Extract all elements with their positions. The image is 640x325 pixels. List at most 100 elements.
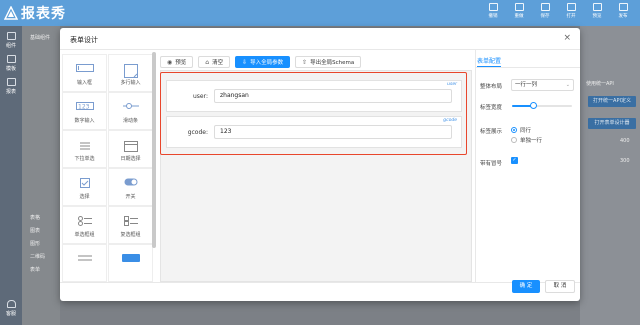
widget-item-more[interactable]	[108, 244, 153, 282]
form-design-dialog: 表单设计 × 输入框 多行输入 123 数字输入 滑动条 下拉单选 日期选择 选择 开关 单选框组…	[60, 28, 580, 301]
slider-icon	[122, 102, 139, 112]
import-icon: ⇩	[242, 58, 248, 66]
textarea-icon	[123, 64, 138, 80]
left-nav-item-1[interactable]: 模板	[0, 55, 22, 72]
customer-service-label: 客服	[5, 311, 16, 317]
right-api-text: 使用统一API	[586, 81, 614, 87]
widget-item[interactable]: 123 数字输入	[62, 92, 107, 130]
widget-item[interactable]: 选择	[62, 168, 107, 206]
widget-item[interactable]: 复选框组	[108, 206, 153, 244]
open-form-designer-button[interactable]: 打开表单设计器	[588, 118, 636, 129]
top-tool-1[interactable]: 重做	[506, 3, 532, 19]
right-number-2: 300	[620, 158, 630, 164]
radio-separate-row[interactable]: 单独一行	[511, 136, 542, 144]
open-api-button[interactable]: 打开统一API定义	[588, 96, 636, 107]
panel-category-2[interactable]: 图形	[30, 240, 40, 247]
preview-button[interactable]: ◉ 预览	[160, 56, 194, 68]
input-icon	[75, 64, 94, 74]
left-nav-label: 组件	[5, 43, 16, 49]
left-nav-label: 报表	[5, 89, 16, 95]
component-panel: 基础组件 表格图表图形二维码表单	[22, 26, 60, 325]
widget-item[interactable]: 输入框	[62, 54, 107, 92]
colon-checkbox[interactable]: ✓	[511, 157, 518, 164]
top-tool-3[interactable]: 打开	[558, 3, 584, 19]
field-tag: user	[447, 82, 457, 87]
panel-category-0[interactable]: 表格	[30, 214, 40, 221]
widget-item[interactable]: 下拉单选	[62, 130, 107, 168]
app-left-nav: 组件 模板 报表 客服	[0, 26, 22, 325]
top-toolbar: 撤销 重做 保存 打开 预览 发布	[480, 3, 636, 19]
top-tool-4[interactable]: 预览	[584, 3, 610, 19]
clear-label: 清空	[212, 60, 224, 66]
tool-icon	[566, 3, 576, 11]
checkbox-group-icon	[123, 216, 138, 228]
form-field-gcode[interactable]: gcode gcode: 123	[166, 116, 462, 148]
user-input[interactable]: zhangsan	[214, 89, 452, 103]
slider-thumb[interactable]	[530, 102, 537, 109]
nav-icon	[6, 55, 16, 63]
left-nav-item-0[interactable]: 组件	[0, 32, 22, 49]
radio-dot	[511, 127, 517, 133]
properties-tab-divider	[476, 67, 580, 68]
top-tool-2[interactable]: 保存	[532, 3, 558, 19]
layout-label: 整体布局	[480, 84, 503, 90]
radio-dot	[511, 137, 517, 143]
widget-label: 输入框	[76, 80, 92, 86]
field-label: user:	[192, 93, 208, 100]
footer-divider	[60, 282, 580, 283]
app-logo: 报表秀	[4, 3, 66, 23]
widget-label: 滑动条	[122, 118, 138, 124]
widget-item[interactable]: 滑动条	[108, 92, 153, 130]
gcode-input[interactable]: 123	[214, 125, 452, 139]
cancel-button[interactable]: 取 消	[545, 280, 575, 293]
layout-select[interactable]: 一行一列 ⌄	[511, 79, 574, 91]
form-field-user[interactable]: user user: zhangsan	[166, 80, 462, 112]
import-global-params-button[interactable]: ⇩ 导入全局参数	[235, 56, 291, 68]
export-icon: ⇧	[302, 58, 308, 66]
widget-item[interactable]: 多行输入	[108, 54, 153, 92]
ok-button[interactable]: 确 定	[512, 280, 540, 293]
panel-category-3[interactable]: 二维码	[30, 253, 45, 260]
widget-label: 下拉单选	[74, 156, 95, 162]
headset-icon	[6, 300, 16, 308]
palette-scrollbar[interactable]	[152, 52, 156, 248]
clear-button[interactable]: ⌂ 清空	[198, 56, 231, 68]
widget-item[interactable]: 开关	[108, 168, 153, 206]
canvas-toolbar: ◉ 预览 ⌂ 清空 ⇩ 导入全局参数 ⇧ 导出全局Schema	[160, 56, 362, 68]
export-label: 导出全局Schema	[310, 60, 355, 66]
tool-icon	[488, 3, 498, 11]
widget-item[interactable]: 单选框组	[62, 206, 107, 244]
radio-group-icon	[77, 216, 92, 228]
top-tool-5[interactable]: 发布	[610, 3, 636, 19]
radio-same-row[interactable]: 同行	[511, 126, 531, 134]
close-icon[interactable]: ×	[563, 34, 571, 43]
nav-icon	[6, 78, 16, 86]
radio-same-row-label: 同行	[520, 128, 532, 134]
panel-category-1[interactable]: 图表	[30, 227, 40, 234]
label-display-label: 标签展示	[480, 129, 503, 135]
left-nav-item-2[interactable]: 报表	[0, 78, 22, 95]
widget-item[interactable]: 日期选择	[108, 130, 153, 168]
panel-category-4[interactable]: 表单	[30, 266, 40, 273]
top-tool-label: 预览	[592, 14, 602, 19]
app-right-panel: 使用统一API	[580, 26, 640, 325]
tool-icon	[592, 3, 602, 11]
widget-palette: 输入框 多行输入 123 数字输入 滑动条下拉单选 日期选择 选择 开关单选框组 复选框组	[61, 50, 157, 282]
top-tool-0[interactable]: 撤销	[480, 3, 506, 19]
checkbox-icon	[79, 178, 90, 190]
top-tool-label: 重做	[514, 14, 524, 19]
svg-text:123: 123	[78, 104, 90, 111]
number-input-icon: 123	[75, 102, 94, 112]
button-widget-icon	[121, 254, 140, 264]
panel-first-label: 基础组件	[30, 35, 51, 41]
label-width-slider[interactable]	[512, 102, 572, 109]
tab-form-config[interactable]: 表单配置	[477, 56, 501, 65]
top-tool-label: 发布	[618, 14, 628, 19]
eye-icon: ◉	[167, 58, 173, 66]
widget-item-more[interactable]	[62, 244, 107, 282]
export-schema-button[interactable]: ⇧ 导出全局Schema	[295, 56, 362, 68]
widget-label: 单选框组	[74, 232, 95, 238]
customer-service-button[interactable]: 客服	[0, 300, 22, 317]
nav-icon	[6, 32, 16, 40]
properties-divider	[475, 50, 476, 282]
